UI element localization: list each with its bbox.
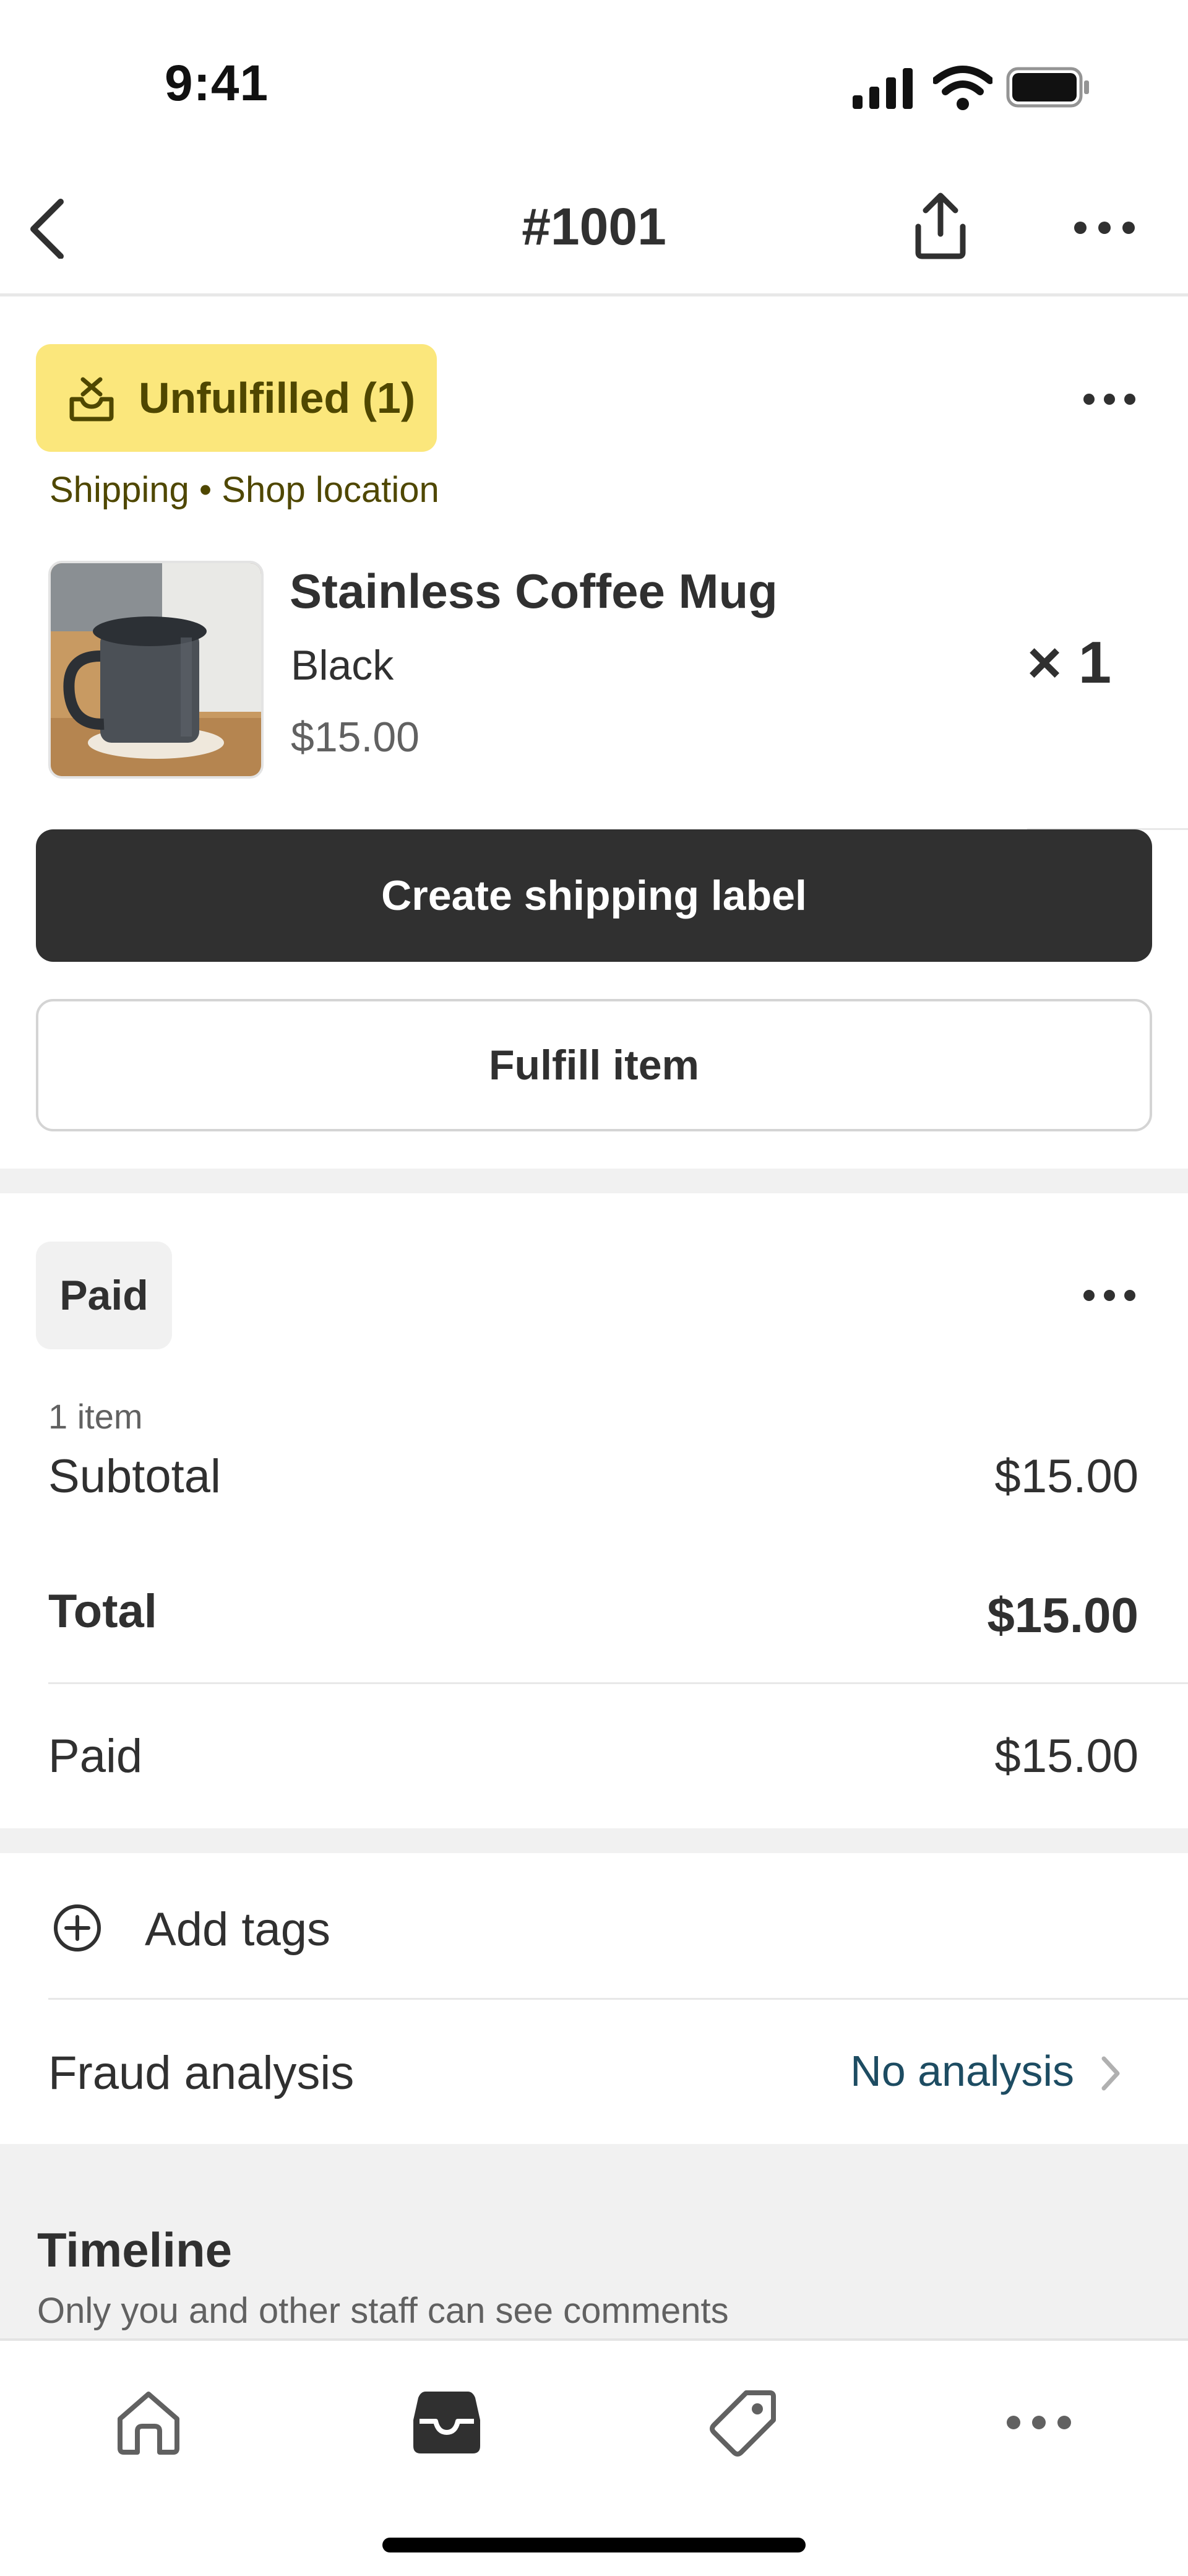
products-tag-icon xyxy=(710,2390,776,2457)
mug-image-icon xyxy=(51,563,261,776)
ellipsis-icon xyxy=(1074,222,1135,234)
payment-more-button[interactable] xyxy=(1082,1280,1137,1311)
product-title[interactable]: Stainless Coffee Mug xyxy=(290,563,778,620)
more-icon xyxy=(1007,2416,1071,2429)
total-label: Total xyxy=(48,1585,157,1638)
home-indicator xyxy=(382,2538,806,2552)
ellipsis-icon xyxy=(1083,1290,1135,1301)
fraud-analysis-label: Fraud analysis xyxy=(48,2047,355,2099)
product-quantity: × 1 xyxy=(1027,629,1112,696)
timeline-title: Timeline xyxy=(37,2223,233,2277)
page-title: #1001 xyxy=(522,197,666,256)
paid-label: Paid xyxy=(48,1730,143,1783)
section-gap xyxy=(0,1169,1188,1193)
unfulfilled-label: Unfulfilled (1) xyxy=(139,374,416,422)
create-shipping-label-button[interactable]: Create shipping label xyxy=(36,829,1152,962)
shipping-location: Shipping • Shop location xyxy=(50,470,439,510)
unfulfilled-badge: Unfulfilled (1) xyxy=(36,344,437,452)
total-value: $15.00 xyxy=(987,1588,1138,1643)
share-button[interactable] xyxy=(910,192,971,260)
share-icon xyxy=(915,192,966,259)
tab-home[interactable] xyxy=(113,2387,184,2458)
section-gap xyxy=(0,1828,1188,1853)
tab-orders[interactable] xyxy=(411,2387,483,2458)
paid-badge: Paid xyxy=(36,1242,172,1349)
paid-value: $15.00 xyxy=(994,1730,1138,1783)
product-thumbnail[interactable] xyxy=(48,561,264,779)
battery-icon xyxy=(1006,67,1090,108)
unfulfilled-icon xyxy=(67,373,116,423)
product-variant: Black xyxy=(291,642,394,689)
timeline-subtitle: Only you and other staff can see comment… xyxy=(37,2291,729,2331)
tags-divider xyxy=(48,1998,1188,2000)
cellular-signal-icon xyxy=(853,68,915,109)
tab-products[interactable] xyxy=(708,2387,780,2458)
fulfillment-more-button[interactable] xyxy=(1082,384,1137,415)
wifi-icon xyxy=(933,66,992,110)
subtotal-label: Subtotal xyxy=(48,1450,221,1503)
chevron-right-icon xyxy=(1098,2055,1122,2092)
add-tags-row[interactable]: Add tags xyxy=(0,1853,1188,1999)
fraud-analysis-value[interactable]: No analysis xyxy=(850,2046,1074,2096)
tab-more[interactable] xyxy=(1005,2409,1073,2436)
total-divider xyxy=(48,1682,1188,1684)
ellipsis-icon xyxy=(1083,394,1135,405)
product-price: $15.00 xyxy=(291,714,420,761)
home-icon xyxy=(118,2392,179,2455)
orders-inbox-icon xyxy=(413,2392,480,2453)
fulfill-item-button[interactable]: Fulfill item xyxy=(36,999,1152,1131)
add-tags-label: Add tags xyxy=(145,1903,330,1956)
subtotal-value: $15.00 xyxy=(994,1450,1138,1503)
more-actions-button[interactable] xyxy=(1070,210,1138,248)
nav-divider xyxy=(0,293,1188,296)
item-count: 1 item xyxy=(48,1397,143,1436)
status-time: 9:41 xyxy=(165,55,269,111)
plus-circle-icon xyxy=(52,1903,103,1953)
